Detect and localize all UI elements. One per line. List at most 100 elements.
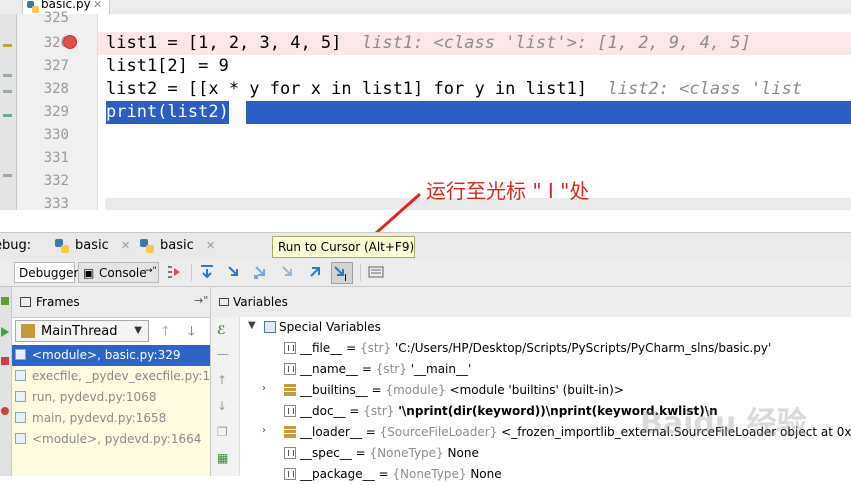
code-text-selected: print(list2) [106, 101, 229, 124]
frame-label: <module>, pydevd.py:1664 [32, 432, 202, 446]
special-variables-group[interactable]: ▼ Special Variables [240, 317, 851, 338]
debug-side-strip [0, 287, 12, 476]
variables-panel-header: Variables [211, 287, 851, 318]
variable-type: {str} [363, 404, 395, 418]
show-execution-point-icon[interactable] [166, 264, 182, 280]
previous-frame-icon[interactable]: 🡑 [162, 322, 169, 344]
editor-gutter[interactable]: 325 326 327 328 329 330 331 332 333 [17, 10, 98, 212]
copy-icon[interactable]: ❐ [217, 425, 228, 439]
frame-label: execfile, _pydev_execfile.py:18 [32, 369, 218, 383]
frames-title: Frames [36, 295, 80, 309]
tab-console-label: Console [99, 266, 147, 280]
variable-type: {NoneType} [369, 446, 444, 460]
chevron-right-icon[interactable]: › [262, 425, 266, 436]
variable-type: {str} [375, 362, 407, 376]
move-up-icon[interactable]: ↑ [217, 373, 227, 387]
show-watches-icon[interactable]: ▦ [217, 451, 228, 465]
variable-icon [284, 342, 296, 354]
line-number: 325 [43, 10, 69, 26]
chevron-down-icon[interactable]: ▼ [248, 320, 256, 331]
left-tool-strip [0, 14, 17, 210]
tab-console[interactable]: ▣ Console →" [78, 262, 159, 283]
run-to-cursor-button[interactable]: I [331, 262, 353, 284]
variable-name: __loader__ [300, 425, 362, 439]
add-watch-icon[interactable]: ℰ [217, 323, 226, 337]
code-text: list1 = [1, 2, 3, 4, 5] [106, 33, 342, 53]
close-tab-icon[interactable]: ✕ [121, 239, 130, 252]
frame-item[interactable]: <module>, pydevd.py:1664 [12, 429, 210, 450]
next-frame-icon[interactable]: 🡓 [188, 322, 195, 344]
toolbar-separator [191, 264, 192, 281]
code-line-327[interactable]: list1[2] = 9 [98, 55, 851, 78]
line-number: 333 [43, 196, 69, 212]
variable-type: {str} [359, 341, 392, 355]
debug-tab-label: basic [160, 238, 194, 253]
frame-icon [15, 370, 26, 381]
stop-icon[interactable] [1, 357, 9, 365]
thread-selector[interactable]: MainThread ▼ [15, 320, 149, 342]
frame-item[interactable]: main, pydevd.py:1658 [12, 408, 210, 429]
variable-icon [284, 405, 296, 417]
step-over-icon[interactable] [199, 264, 215, 280]
step-into-icon[interactable] [226, 264, 242, 280]
debug-label: ebug: [0, 238, 32, 253]
chevron-right-icon[interactable]: › [262, 383, 266, 394]
view-breakpoints-icon[interactable] [1, 407, 9, 415]
variable-type: {SourceFileLoader} [379, 425, 498, 439]
close-tab-icon[interactable]: ✕ [206, 239, 215, 252]
breakpoint-icon[interactable] [63, 35, 77, 49]
variable-row[interactable]: __name__ = {str} '__main__' [240, 359, 851, 380]
force-step-into-icon[interactable] [280, 264, 296, 280]
line-number: 328 [43, 81, 69, 97]
debug-tab-label: basic [75, 238, 109, 253]
special-variables-label: Special Variables [279, 320, 381, 334]
code-line-329-current[interactable]: print(list2) [98, 101, 851, 124]
code-text: list1[2] = 9 [106, 56, 229, 76]
move-down-icon[interactable]: ↓ [217, 399, 227, 413]
line-number: 326 [43, 35, 69, 51]
step-into-my-code-icon[interactable] [253, 264, 269, 280]
run-to-cursor-icon: I [334, 266, 347, 284]
variable-value: <module 'builtins' (built-in)> [449, 383, 624, 397]
evaluate-expression-icon[interactable] [368, 264, 384, 280]
chevron-down-icon: ▼ [134, 325, 142, 336]
frame-icon [15, 433, 26, 444]
toolbar-separator [360, 264, 361, 281]
thread-name: MainThread [41, 324, 118, 339]
frame-item[interactable]: execfile, _pydev_execfile.py:18 [12, 366, 218, 387]
variables-side-toolbar: ℰ — ↑ ↓ ❐ ▦ [211, 317, 240, 476]
frame-label: <module>, basic.py:329 [32, 348, 181, 362]
variable-row[interactable]: __package__ = {NoneType} None [240, 464, 851, 485]
run-to-cursor-tooltip: Run to Cursor (Alt+F9) [272, 236, 415, 258]
frames-panel-header: Frames →" [12, 287, 210, 318]
frame-item[interactable]: <module>, basic.py:329 [12, 345, 210, 366]
frame-item[interactable]: run, pydevd.py:1068 [12, 387, 210, 408]
tooltip-text: Run to Cursor (Alt+F9) [278, 240, 415, 254]
execution-line-highlight [246, 101, 851, 124]
rerun-icon[interactable] [1, 297, 9, 305]
debug-session-tab-1[interactable]: basic ✕ [55, 236, 135, 256]
tab-debugger[interactable]: Debugger [14, 262, 78, 283]
line-number: 331 [43, 150, 69, 166]
structure-marker-icon [3, 90, 12, 93]
code-line-326[interactable]: list1 = [1, 2, 3, 4, 5] list1: <class 'l… [98, 32, 851, 55]
variables-title: Variables [233, 295, 288, 309]
pin-icon[interactable]: →" [194, 294, 208, 307]
variable-row[interactable]: __file__ = {str} 'C:/Users/HP/Desktop/Sc… [240, 338, 851, 359]
variable-value: None [447, 446, 479, 460]
resume-icon[interactable] [1, 327, 9, 337]
variable-name: __spec__ [300, 446, 352, 460]
line-number: 327 [43, 58, 69, 74]
object-icon [284, 426, 296, 438]
variable-row[interactable]: __spec__ = {NoneType} None [240, 443, 851, 464]
line-number: 329 [43, 104, 69, 120]
variable-type: {module} [385, 383, 446, 397]
bookmark-marker-icon [3, 44, 12, 47]
step-out-icon[interactable] [307, 264, 323, 280]
remove-watch-icon[interactable]: — [217, 347, 229, 361]
frame-label: main, pydevd.py:1658 [32, 411, 167, 425]
close-tab-icon[interactable]: ✕ [93, 0, 102, 11]
line-number: 330 [43, 127, 69, 143]
debug-session-tab-2[interactable]: basic ✕ [140, 236, 220, 256]
code-line-328[interactable]: list2 = [[x * y for x in list1] for y in… [98, 78, 851, 101]
